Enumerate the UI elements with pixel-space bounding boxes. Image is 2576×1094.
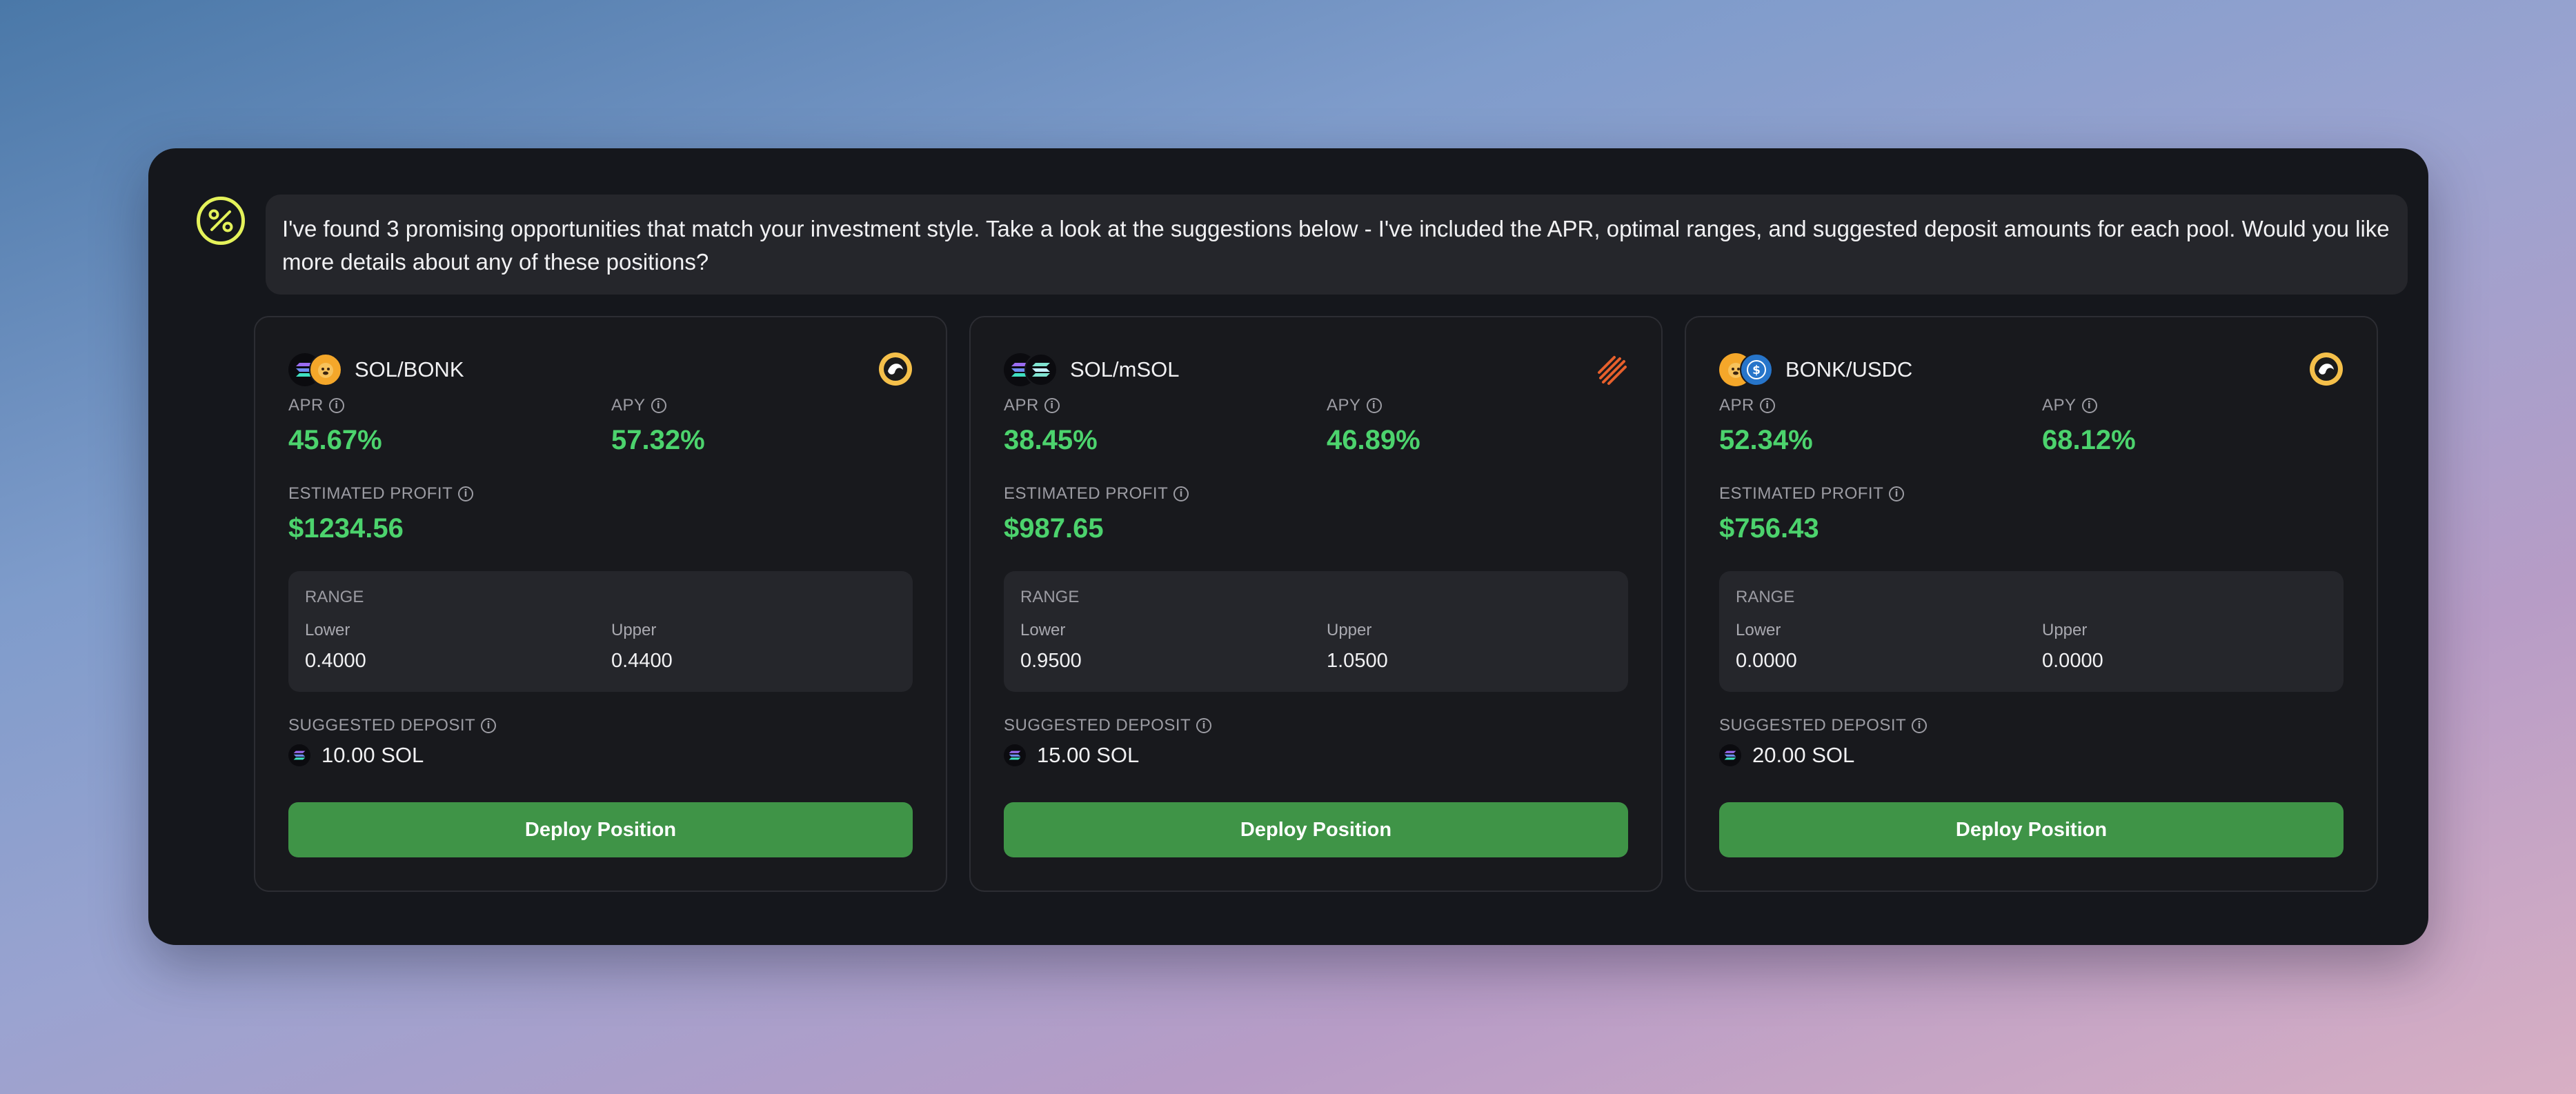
range-box: RANGE Lower 0.4000 Upper 0.4400 [288, 571, 913, 692]
pool-pair-name: SOL/BONK [355, 357, 464, 381]
solana-icon [1719, 744, 1741, 766]
assistant-message-text: I've found 3 promising opportunities tha… [282, 216, 2390, 275]
apr-metric: APR i 45.67% [288, 396, 382, 456]
msol-icon [1024, 353, 1058, 386]
estimated-profit-value: $1234.56 [288, 513, 404, 544]
chat-panel: I've found 3 promising opportunities tha… [148, 148, 2428, 945]
range-label: RANGE [305, 588, 364, 606]
apy-value: 57.32% [611, 425, 705, 455]
apr-label: APR [1004, 396, 1039, 415]
info-icon[interactable]: i [1912, 718, 1928, 733]
deploy-position-button[interactable]: Deploy Position [288, 802, 913, 857]
apr-label: APR [288, 396, 324, 415]
pool-header: SOL/BONK [288, 350, 464, 389]
percent-assistant-icon [197, 197, 245, 245]
orca-icon [2309, 352, 2344, 386]
suggested-deposit-label: SUGGESTED DEPOSIT [288, 716, 476, 735]
apy-label: APY [2042, 396, 2077, 415]
pool-card-sol-bonk: SOL/BONK APR i 45.67% APY i 57.32% ESTIMAT… [254, 316, 947, 892]
range-label: RANGE [1736, 588, 1795, 606]
apy-metric: APY i 57.32% [611, 396, 705, 456]
apr-metric: APR i 38.45% [1004, 396, 1098, 456]
estimated-profit-label: ESTIMATED PROFIT [1719, 484, 1884, 503]
usdc-icon: $ [1740, 353, 1773, 386]
info-icon[interactable]: i [1173, 486, 1189, 501]
suggested-deposit-label: SUGGESTED DEPOSIT [1719, 716, 1907, 735]
suggested-deposit-amount: 20.00 SOL [1752, 743, 1855, 767]
range-lower-value: 0.9500 [1020, 650, 1082, 672]
info-icon[interactable]: i [1889, 486, 1905, 501]
assistant-message: I've found 3 promising opportunities tha… [266, 195, 2408, 295]
info-icon[interactable]: i [2081, 398, 2097, 413]
apy-value: 68.12% [2042, 425, 2136, 455]
apy-label: APY [611, 396, 646, 415]
apy-label: APY [1327, 396, 1361, 415]
estimated-profit-label: ESTIMATED PROFIT [288, 484, 453, 503]
suggested-deposit-amount: 10.00 SOL [321, 743, 424, 767]
apy-metric: APY i 46.89% [1327, 396, 1420, 456]
pool-pair-name: SOL/mSOL [1070, 357, 1180, 381]
pool-pair-name: BONK/USDC [1785, 357, 1913, 381]
info-icon[interactable]: i [1366, 398, 1382, 413]
suggested-deposit-label-row: SUGGESTED DEPOSIT i [1719, 716, 1928, 735]
apr-value: 45.67% [288, 425, 382, 455]
range-lower-value: 0.4000 [305, 650, 366, 672]
info-icon[interactable]: i [481, 718, 497, 733]
info-icon[interactable]: i [1759, 398, 1775, 413]
estimated-profit-value: $987.65 [1004, 513, 1104, 544]
suggested-deposit: 10.00 SOL [288, 743, 424, 768]
range-lower-value: 0.0000 [1736, 650, 1797, 672]
range-lower-label: Lower [305, 621, 350, 639]
range-upper-label: Upper [611, 621, 657, 639]
range-box: RANGE Lower 0.0000 Upper 0.0000 [1719, 571, 2344, 692]
range-upper-label: Upper [2042, 621, 2088, 639]
token-pair-icons [288, 352, 345, 388]
suggested-deposit-label-row: SUGGESTED DEPOSIT i [288, 716, 497, 735]
range-box: RANGE Lower 0.9500 Upper 1.0500 [1004, 571, 1628, 692]
apr-metric: APR i 52.34% [1719, 396, 1813, 456]
apy-metric: APY i 68.12% [2042, 396, 2136, 456]
suggested-deposit-amount: 15.00 SOL [1037, 743, 1140, 767]
estimated-profit-label: ESTIMATED PROFIT [1004, 484, 1169, 503]
orca-icon [878, 352, 913, 386]
range-lower-label: Lower [1020, 621, 1066, 639]
suggested-deposit: 15.00 SOL [1004, 743, 1139, 768]
apr-value: 38.45% [1004, 425, 1098, 455]
solana-icon [1004, 744, 1026, 766]
bonk-icon [309, 353, 342, 386]
info-icon[interactable]: i [1196, 718, 1212, 733]
range-upper-value: 0.0000 [2042, 650, 2103, 672]
info-icon[interactable]: i [1044, 398, 1060, 413]
apr-label: APR [1719, 396, 1754, 415]
apy-value: 46.89% [1327, 425, 1420, 455]
deploy-position-button[interactable]: Deploy Position [1004, 802, 1628, 857]
range-lower-label: Lower [1736, 621, 1781, 639]
suggested-deposit-label: SUGGESTED DEPOSIT [1004, 716, 1191, 735]
range-label: RANGE [1020, 588, 1080, 606]
estimated-profit-metric: ESTIMATED PROFIT i $756.43 [1719, 484, 1905, 544]
pool-header: $ BONK/USDC [1719, 350, 1912, 389]
info-icon[interactable]: i [458, 486, 474, 501]
estimated-profit-value: $756.43 [1719, 513, 1819, 544]
token-pair-icons [1004, 352, 1060, 388]
pool-card-bonk-usdc: $ BONK/USDC APR i 52.34% APY i 68.12% ESTI… [1685, 316, 2378, 892]
apr-value: 52.34% [1719, 425, 1813, 455]
pool-header: SOL/mSOL [1004, 350, 1180, 389]
solana-icon [288, 744, 310, 766]
estimated-profit-metric: ESTIMATED PROFIT i $987.65 [1004, 484, 1189, 544]
pool-card-sol-msol: SOL/mSOL APR i 38.45% APY i 46.89% ESTIMAT… [969, 316, 1663, 892]
info-icon[interactable]: i [328, 398, 344, 413]
deploy-position-button[interactable]: Deploy Position [1719, 802, 2344, 857]
range-upper-value: 1.0500 [1327, 650, 1388, 672]
suggested-deposit-label-row: SUGGESTED DEPOSIT i [1004, 716, 1212, 735]
estimated-profit-metric: ESTIMATED PROFIT i $1234.56 [288, 484, 474, 544]
info-icon[interactable]: i [651, 398, 666, 413]
suggested-deposit: 20.00 SOL [1719, 743, 1854, 768]
range-upper-label: Upper [1327, 621, 1372, 639]
svg-text:$: $ [1752, 364, 1761, 377]
range-upper-value: 0.4400 [611, 650, 673, 672]
token-pair-icons: $ [1719, 352, 1776, 388]
raydium-icon [1594, 352, 1628, 386]
